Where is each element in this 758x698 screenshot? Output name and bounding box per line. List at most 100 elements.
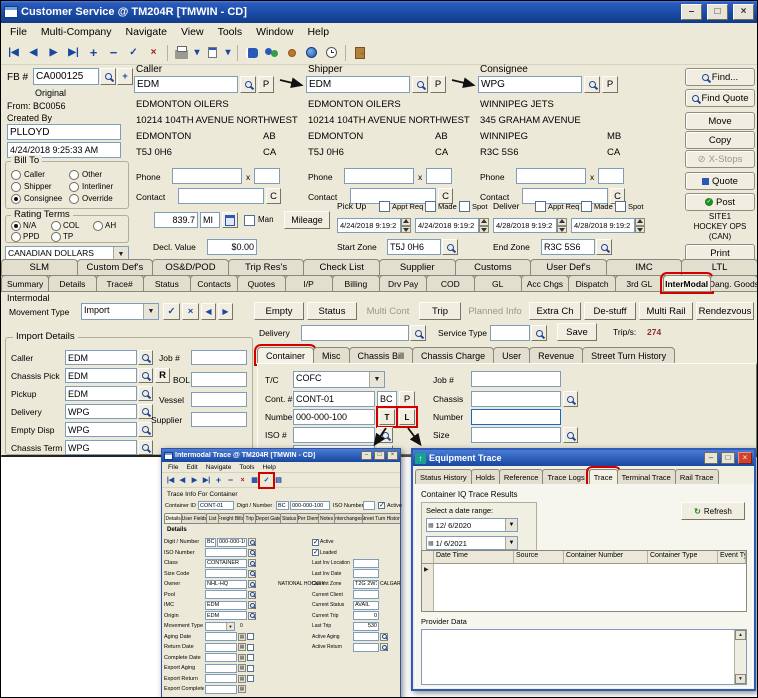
rating-ppd-radio[interactable]	[11, 232, 21, 242]
caller-contact-input[interactable]	[178, 188, 264, 204]
pool-input[interactable]	[205, 590, 247, 599]
shipper-phone-input[interactable]	[344, 168, 414, 184]
caller-phone-input[interactable]	[172, 168, 242, 184]
find-button[interactable]: Find...	[685, 68, 755, 86]
miles-input[interactable]	[154, 212, 198, 228]
lookup-icon[interactable]	[248, 570, 256, 578]
row-selector[interactable]	[422, 564, 434, 611]
scroll-track[interactable]	[735, 640, 746, 674]
current-status-input[interactable]	[353, 601, 379, 610]
close-icon[interactable]: ×	[738, 452, 752, 464]
lookup-icon[interactable]	[248, 538, 256, 546]
nav-last-icon[interactable]: ▶|	[64, 43, 83, 62]
caller-code-input[interactable]	[134, 76, 238, 93]
save-trace-icon[interactable]: ✓	[261, 475, 272, 486]
mileage-calc-icon[interactable]	[222, 212, 238, 228]
class-input[interactable]	[205, 559, 247, 568]
consignee-phone-input[interactable]	[516, 168, 586, 184]
tab-details[interactable]: Details	[164, 513, 182, 523]
provider-data-box[interactable]: ▲ ▼	[421, 629, 747, 685]
empty-button[interactable]: Empty	[254, 302, 304, 320]
tab-slm[interactable]: SLM	[1, 259, 78, 275]
menu-edit[interactable]: Edit	[182, 464, 201, 471]
close-icon[interactable]: ×	[733, 4, 754, 20]
rating-ah-radio[interactable]	[93, 221, 103, 231]
col-source[interactable]: Source	[514, 551, 564, 563]
tab-trace[interactable]: Trace	[589, 469, 618, 484]
nav-first-icon[interactable]: |◀	[165, 475, 176, 486]
forms-icon[interactable]	[203, 43, 222, 62]
export-aging-checkbox[interactable]	[247, 665, 254, 672]
pickup-date-from-input[interactable]	[337, 218, 401, 233]
id-delivery-input[interactable]	[65, 404, 137, 419]
tab-revenue[interactable]: Revenue	[529, 347, 583, 363]
chassis-lookup-icon[interactable]	[563, 391, 578, 407]
tab-interchanges[interactable]: Interchanges	[334, 513, 363, 523]
cont-profile-button[interactable]: P	[399, 391, 415, 407]
clock-icon[interactable]	[322, 43, 341, 62]
scroll-up-icon[interactable]: ▲	[735, 630, 746, 640]
pickup-made-checkbox[interactable]	[425, 201, 436, 212]
caller-contact-button[interactable]: C	[266, 188, 281, 204]
move-button[interactable]: Move	[685, 112, 755, 130]
active-aging-input[interactable]	[353, 632, 379, 641]
export-aging-input[interactable]	[205, 664, 237, 673]
tab-reference[interactable]: Reference	[499, 469, 544, 484]
movement-type-select[interactable]: ▼	[205, 622, 235, 631]
menu-tools[interactable]: Tools	[211, 24, 250, 40]
id-chassis-term-input[interactable]	[65, 440, 137, 455]
id-pickup-lookup-icon[interactable]	[138, 386, 153, 401]
tab-trace-logs[interactable]: Trace Logs	[542, 469, 589, 484]
return-date-input[interactable]	[205, 643, 237, 652]
iso-number-input[interactable]	[363, 501, 375, 510]
consignee-lookup-icon[interactable]	[584, 76, 600, 93]
tab-details[interactable]: Details	[48, 275, 96, 291]
menu-navigate[interactable]: Navigate	[119, 24, 174, 40]
id-caller-lookup-icon[interactable]	[138, 350, 153, 365]
digit-prefix-input[interactable]	[276, 501, 289, 510]
deliver-made-checkbox[interactable]	[581, 201, 592, 212]
aging-date-checkbox[interactable]	[247, 633, 254, 640]
current-zone-input[interactable]	[353, 580, 379, 589]
tab-customs[interactable]: Customs	[455, 259, 532, 275]
list-icon[interactable]: ▤	[273, 475, 284, 486]
maximize-icon[interactable]: □	[721, 452, 735, 464]
tc-select[interactable]: COFC ▼	[293, 371, 385, 388]
pickup-spot-checkbox[interactable]	[459, 201, 470, 212]
tab-user[interactable]: User	[493, 347, 530, 363]
start-zone-lookup-icon[interactable]	[442, 239, 458, 255]
digit-number-input[interactable]	[290, 501, 330, 510]
menu-help[interactable]: Help	[300, 24, 336, 40]
minimize-icon[interactable]: –	[704, 452, 718, 464]
cancel-record-icon[interactable]: ×	[144, 43, 163, 62]
trip-button[interactable]: Trip	[419, 302, 461, 320]
tab-freight-bills[interactable]: Freight Bills	[218, 513, 245, 523]
maximize-icon[interactable]: □	[374, 451, 385, 460]
id-job-input[interactable]	[191, 350, 247, 365]
trace-l-button[interactable]: L	[399, 409, 415, 425]
tab-status[interactable]: Status	[143, 275, 191, 291]
tab-quotes[interactable]: Quotes	[237, 275, 285, 291]
container-id-input[interactable]	[198, 501, 234, 510]
tab-intermodal[interactable]: InterModal	[663, 275, 711, 291]
nav-first-icon[interactable]: |◀	[4, 43, 23, 62]
date-from-picker[interactable]: ▦ 12/ 6/2020 ▼	[426, 518, 518, 532]
bill-to-interliner-radio[interactable]	[69, 182, 79, 192]
chevron-down-icon[interactable]: ▼	[369, 372, 384, 387]
tab-ip[interactable]: I/P	[285, 275, 333, 291]
extra-ch-button[interactable]: Extra Ch	[529, 302, 581, 320]
id-r-button[interactable]: R	[155, 368, 170, 383]
service-type-input[interactable]	[490, 325, 530, 341]
tab-ltl[interactable]: LTL	[681, 259, 758, 275]
miles-unit-input[interactable]	[200, 212, 220, 228]
nav-next-icon[interactable]: ▶	[44, 43, 63, 62]
job2-input[interactable]	[471, 371, 561, 387]
tab-terminal-trace[interactable]: Terminal Trace	[617, 469, 676, 484]
last-trip-input[interactable]	[353, 622, 379, 631]
rating-tp-radio[interactable]	[51, 232, 61, 242]
tab-chassis-charge[interactable]: Chassis Charge	[412, 347, 494, 363]
menu-navigate[interactable]: Navigate	[202, 464, 236, 471]
nav-next-icon[interactable]: ▶	[189, 475, 200, 486]
save-record-icon[interactable]: ✓	[124, 43, 143, 62]
movement-prev-icon[interactable]: ◀	[201, 303, 216, 320]
